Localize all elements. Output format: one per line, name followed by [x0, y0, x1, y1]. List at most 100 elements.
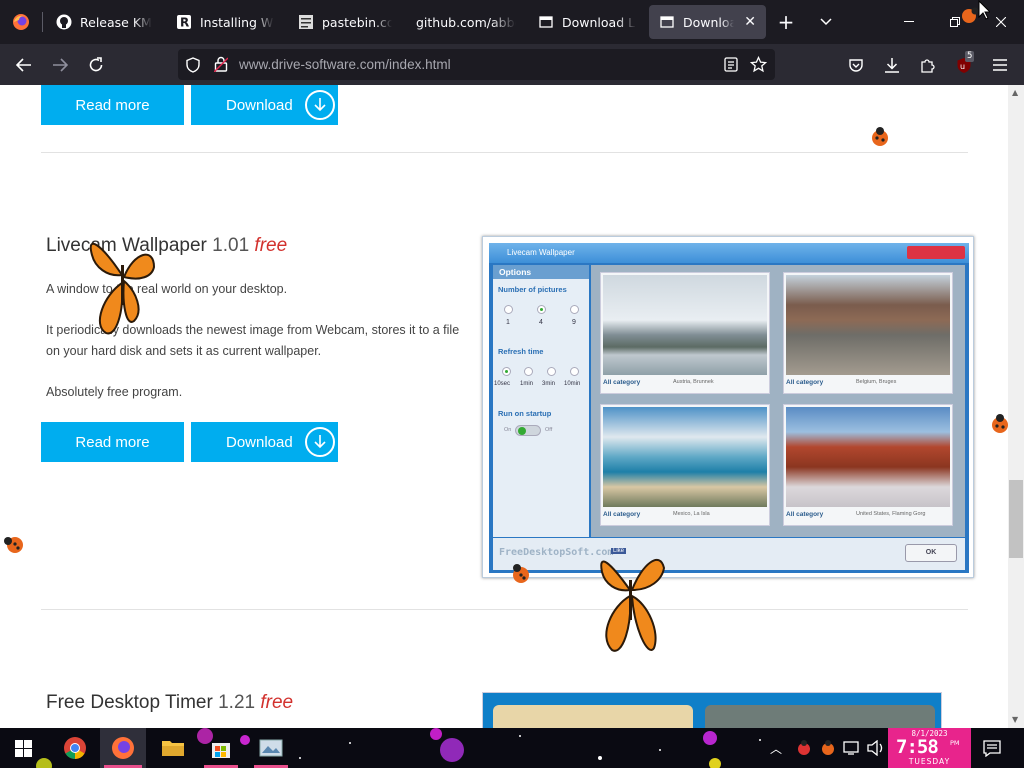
download-button-top[interactable]: Download — [191, 85, 338, 125]
url-domain: www.drive-software.com — [239, 57, 386, 72]
mock-thumb-category: All category — [603, 511, 641, 518]
network-icon[interactable] — [843, 740, 861, 756]
mock-option: 3min — [542, 381, 556, 387]
mock-num-pictures-label: Number of pictures — [498, 285, 567, 294]
mock-bottom-bar: FreeDesktopSoft.com Like OK — [493, 538, 965, 570]
taskbar-app[interactable] — [248, 728, 294, 768]
bookmark-star-icon[interactable] — [749, 55, 768, 77]
tab-download-active[interactable]: Download Ani ✕ — [649, 5, 766, 39]
clock[interactable]: 8/1/2023 7:58 PM TUESDAY — [888, 728, 971, 768]
read-more-button[interactable]: Read more — [41, 422, 184, 462]
firefox-icon — [112, 737, 134, 759]
vertical-scrollbar[interactable]: ▲ ▼ — [1008, 85, 1024, 728]
tab-bar: Release KMSpico R Installing Windows pas… — [0, 0, 1024, 44]
forward-arrow-icon — [53, 58, 68, 72]
url-bar[interactable]: www.drive-software.com/index.html — [178, 49, 775, 80]
new-tab-button[interactable]: + — [766, 0, 806, 44]
windows-taskbar: ︿ 8/1/2023 7:58 PM TUESDAY — [0, 728, 1024, 768]
download-button[interactable]: Download — [191, 422, 338, 462]
product-screenshot[interactable] — [482, 692, 942, 728]
image-app-icon — [259, 739, 283, 757]
windows-logo-icon — [14, 739, 32, 757]
ladybug-icon — [992, 414, 1008, 433]
scroll-down-arrow-icon[interactable]: ▼ — [1012, 715, 1018, 724]
taskbar-file-explorer[interactable] — [150, 728, 196, 768]
tab-title: pastebin.com/ — [322, 14, 392, 30]
back-button[interactable] — [9, 50, 39, 80]
tab-release-kmspico[interactable]: Release KMSpico — [46, 0, 162, 44]
github-icon — [56, 14, 72, 30]
tab-github-abbodi[interactable]: github.com/abbodi — [406, 0, 526, 44]
mock-radio — [537, 305, 546, 314]
mock-option: 4 — [539, 319, 543, 326]
mock-toggle-off: Off — [545, 427, 553, 433]
ladybug-icon — [4, 537, 23, 553]
puzzle-icon — [921, 59, 935, 73]
mock-ok-button: OK — [905, 544, 957, 562]
page-icon — [659, 14, 675, 30]
tab-pastebin[interactable]: pastebin.com/ — [288, 0, 402, 44]
product-description-3: Absolutely free program. — [46, 385, 183, 399]
ladybug-icon — [513, 564, 529, 583]
app-menu-button[interactable] — [985, 50, 1015, 80]
close-tab-icon[interactable]: ✕ — [744, 14, 756, 30]
mock-thumb-category: All category — [786, 379, 824, 386]
tab-installing-windows[interactable]: R Installing Windows — [166, 0, 284, 44]
product-title[interactable]: Free Desktop Timer 1.21 free — [46, 692, 293, 714]
firefox-menu-button[interactable] — [0, 0, 42, 44]
downloads-button[interactable] — [877, 50, 907, 80]
mock-thumbnail-grid: All category Austria, Brunnek All catego… — [591, 265, 965, 537]
chevron-down-icon — [820, 18, 832, 26]
download-arrow-icon — [305, 90, 335, 120]
mock-options-header: Options — [493, 265, 589, 279]
tracking-protection-shield-icon[interactable] — [186, 57, 200, 77]
extensions-button[interactable] — [913, 50, 943, 80]
tab-title: github.com/abbodi — [416, 14, 516, 30]
minimize-button[interactable] — [886, 0, 932, 44]
volume-icon[interactable] — [866, 740, 886, 756]
mock-thumbnail: All category Austria, Brunnek — [600, 272, 770, 394]
product-title[interactable]: Livecam Wallpaper 1.01 free — [46, 235, 287, 257]
scrollbar-thumb[interactable] — [1009, 480, 1023, 558]
tab-separator — [42, 12, 43, 32]
mock-refresh-label: Refresh time — [498, 347, 544, 356]
reload-button[interactable] — [81, 50, 111, 80]
mouse-cursor-icon — [978, 0, 990, 20]
show-hidden-icons-chevron-icon[interactable]: ︿ — [770, 740, 782, 757]
lock-insecure-icon[interactable] — [213, 56, 229, 76]
taskbar-microsoft-store[interactable] — [198, 728, 244, 768]
taskbar-chrome[interactable] — [52, 728, 98, 768]
url-path: /index.html — [385, 57, 451, 72]
mock-thumb-category: All category — [786, 511, 824, 518]
mock-thumb-place: Belgium, Bruges — [856, 379, 897, 385]
mock-thumbnail: All category United States, Flaming Gorg — [783, 404, 953, 526]
svg-text:u: u — [960, 62, 965, 71]
scroll-up-arrow-icon[interactable]: ▲ — [1012, 88, 1018, 97]
read-more-button-top[interactable]: Read more — [41, 85, 184, 125]
mock-thumbnail: All category Mexico, La Isla — [600, 404, 770, 526]
ladybug-tray-icon[interactable] — [794, 739, 814, 757]
product-screenshot[interactable]: Livecam Wallpaper Options Number of pict… — [482, 236, 974, 578]
ladybug-tray-icon[interactable] — [818, 739, 838, 757]
forward-button[interactable] — [45, 50, 75, 80]
tab-download-lad[interactable]: Download Lad — [528, 0, 646, 44]
url-text[interactable]: www.drive-software.com/index.html — [239, 49, 451, 80]
ublock-badge: 5 — [965, 51, 975, 62]
pocket-button[interactable] — [841, 50, 871, 80]
list-all-tabs-button[interactable] — [806, 0, 846, 44]
mock-thumb-place: Austria, Brunnek — [673, 379, 714, 385]
mock-radio — [547, 367, 556, 376]
tab-title: Installing Windows — [200, 14, 274, 30]
product-version: 1.21 — [218, 692, 256, 713]
notification-center-icon[interactable] — [983, 740, 1001, 757]
mock-radio — [570, 305, 579, 314]
folder-icon — [162, 741, 184, 756]
mock-thumb-place: Mexico, La Isla — [673, 511, 710, 517]
taskbar-firefox[interactable] — [100, 728, 146, 768]
svg-text:R: R — [180, 16, 189, 30]
mock-startup-label: Run on startup — [498, 409, 552, 418]
start-button[interactable] — [0, 728, 46, 768]
ublock-origin-button[interactable]: u 5 — [949, 50, 979, 80]
section-divider — [41, 152, 968, 153]
reader-view-icon[interactable] — [724, 57, 738, 76]
